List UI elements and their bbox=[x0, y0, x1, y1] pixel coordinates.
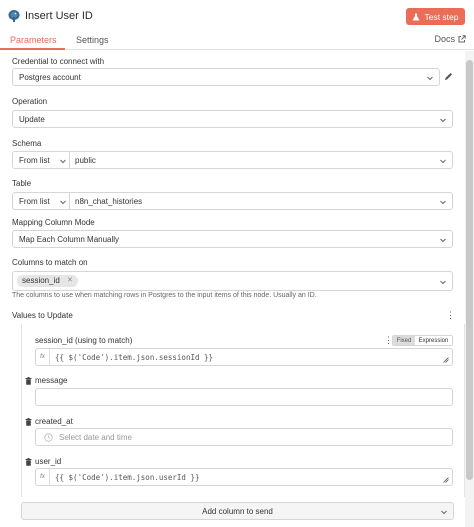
chevron-down-icon bbox=[60, 200, 66, 205]
clock-icon bbox=[44, 433, 53, 442]
chevron-down-icon bbox=[440, 238, 446, 243]
chevron-down-icon bbox=[60, 159, 66, 164]
table-select[interactable]: From list n8n_chat_histories bbox=[12, 192, 453, 210]
values-section-title: Values to Update bbox=[12, 311, 73, 320]
credential-select[interactable]: Postgres account bbox=[12, 68, 440, 86]
test-step-label: Test step bbox=[424, 11, 459, 22]
expand-icon[interactable] bbox=[443, 477, 449, 483]
message-column-label: message bbox=[35, 376, 68, 385]
add-column-label: Add column to send bbox=[202, 506, 273, 516]
trash-icon[interactable] bbox=[25, 377, 32, 385]
node-header: Insert User ID Test step bbox=[0, 0, 474, 32]
chevron-down-icon bbox=[440, 159, 446, 164]
active-tab-indicator bbox=[0, 48, 65, 50]
trash-icon[interactable] bbox=[25, 458, 32, 466]
tab-bar: Parameters Settings Docs bbox=[0, 32, 474, 50]
credential-label: Credential to connect with bbox=[12, 57, 105, 66]
schema-mode[interactable]: From list bbox=[19, 156, 50, 166]
kebab-menu-icon[interactable]: ⋮ bbox=[446, 311, 455, 320]
schema-value: public bbox=[75, 156, 96, 165]
field-divider bbox=[69, 193, 70, 209]
user-expression-input[interactable]: fx {{ $('Code').item.json.userId }} bbox=[35, 468, 453, 486]
node-title[interactable]: Insert User ID bbox=[25, 9, 93, 23]
mapping-label: Mapping Column Mode bbox=[12, 218, 95, 227]
match-label: Columns to match on bbox=[12, 258, 88, 267]
docs-label: Docs bbox=[434, 34, 455, 44]
add-column-select[interactable]: Add column to send bbox=[21, 502, 454, 520]
match-columns-select[interactable]: session_id ✕ bbox=[12, 271, 453, 291]
table-value: n8n_chat_histories bbox=[75, 197, 143, 206]
match-chip-label: session_id bbox=[22, 276, 60, 285]
fx-icon: fx bbox=[36, 469, 50, 485]
mapping-value: Map Each Column Manually bbox=[19, 235, 120, 244]
test-step-button[interactable]: Test step bbox=[406, 8, 465, 25]
schema-select[interactable]: From list public bbox=[12, 151, 453, 169]
created-date-picker[interactable]: Select date and time bbox=[35, 428, 453, 446]
user-column-label: user_id bbox=[35, 457, 62, 466]
mapping-select[interactable]: Map Each Column Manually bbox=[12, 230, 453, 248]
operation-select[interactable]: Update bbox=[12, 110, 453, 128]
match-chip[interactable]: session_id ✕ bbox=[17, 275, 78, 287]
fx-icon: fx bbox=[36, 349, 50, 365]
message-input[interactable] bbox=[35, 388, 453, 406]
toggle-fixed[interactable]: Fixed bbox=[393, 336, 415, 345]
chevron-down-icon bbox=[427, 76, 433, 81]
table-mode[interactable]: From list bbox=[19, 197, 50, 207]
postgres-logo-icon bbox=[8, 10, 20, 22]
tab-parameters[interactable]: Parameters bbox=[10, 34, 57, 46]
schema-label: Schema bbox=[12, 139, 42, 148]
table-label: Table bbox=[12, 179, 32, 188]
field-divider bbox=[69, 152, 70, 168]
chevron-down-icon bbox=[441, 510, 447, 515]
user-expression: {{ $('Code').item.json.userId }} bbox=[55, 473, 200, 482]
chevron-down-icon bbox=[440, 118, 446, 123]
session-column-label: session_id (using to match) bbox=[35, 336, 133, 345]
chevron-down-icon bbox=[440, 280, 446, 285]
match-hint: The columns to use when matching rows in… bbox=[12, 292, 317, 299]
external-link-icon bbox=[458, 35, 466, 43]
scrollbar-thumb[interactable] bbox=[466, 60, 473, 480]
docs-link[interactable]: Docs bbox=[434, 34, 466, 44]
pencil-icon[interactable] bbox=[444, 72, 453, 81]
toggle-expression[interactable]: Expression bbox=[415, 336, 452, 345]
tab-settings[interactable]: Settings bbox=[76, 34, 109, 46]
flask-icon bbox=[412, 13, 420, 20]
expand-icon[interactable] bbox=[443, 357, 449, 363]
operation-label: Operation bbox=[12, 97, 48, 106]
date-placeholder: Select date and time bbox=[59, 433, 132, 442]
chevron-down-icon bbox=[440, 200, 446, 205]
operation-value: Update bbox=[19, 115, 45, 124]
trash-icon[interactable] bbox=[25, 418, 32, 426]
session-expression: {{ $('Code').item.json.sessionId }} bbox=[55, 353, 214, 362]
fixed-expression-toggle[interactable]: Fixed Expression bbox=[392, 335, 453, 346]
session-expression-input[interactable]: fx {{ $('Code').item.json.sessionId }} bbox=[35, 348, 453, 366]
created-column-label: created_at bbox=[35, 417, 73, 426]
credential-value: Postgres account bbox=[19, 73, 81, 82]
close-icon[interactable]: ✕ bbox=[67, 275, 73, 287]
